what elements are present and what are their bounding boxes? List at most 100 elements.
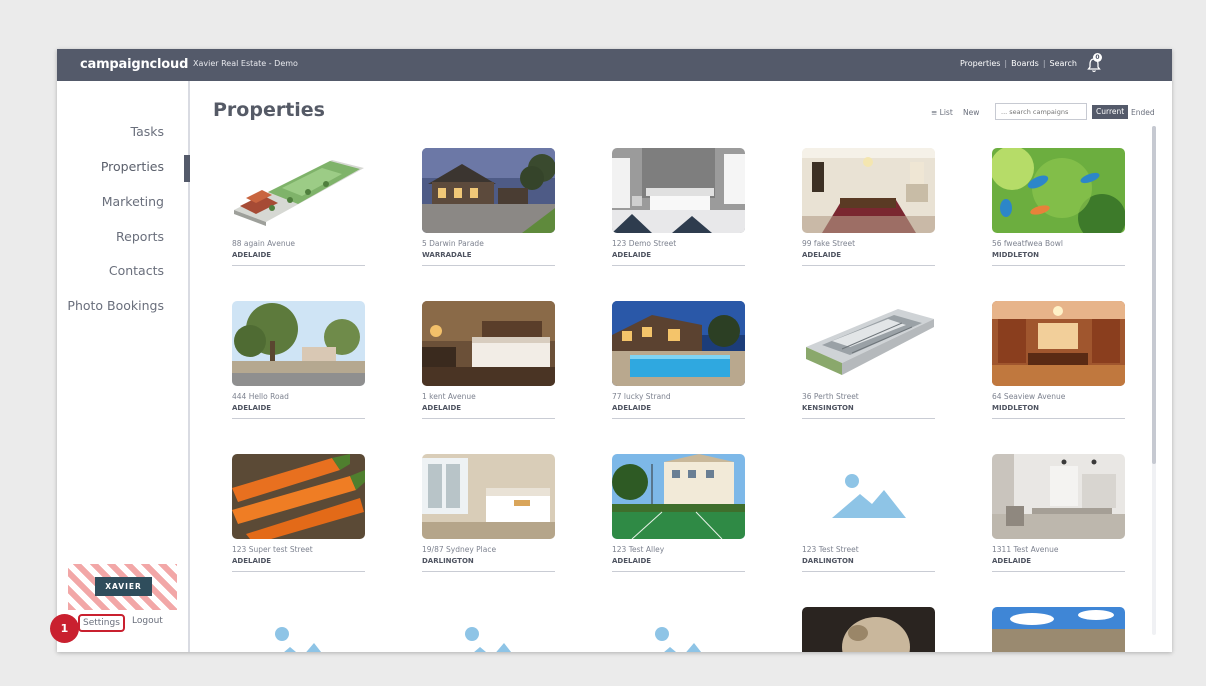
page-title: Properties [213,99,325,121]
sidebar-item-tasks[interactable]: Tasks [131,124,165,139]
app-window: campaigncloud Xavier Real Estate - Demo … [57,49,1172,652]
new-campaign-button[interactable]: New [963,108,979,117]
sidebar-item-reports[interactable]: Reports [116,229,164,244]
card-divider [232,265,365,266]
property-card[interactable]: 1311 Test Avenue ADELAIDE [992,454,1125,572]
card-divider [802,265,935,266]
active-nav-indicator [184,155,190,182]
card-divider [612,571,745,572]
property-street: 99 fake Street [802,239,856,248]
property-photo [422,454,555,539]
card-divider [992,418,1125,419]
property-photo [422,148,555,233]
property-suburb: ADELAIDE [612,404,652,412]
user-name-badge: XAVIER [95,577,152,596]
sidebar-item-properties[interactable]: Properties [101,159,164,174]
card-divider [802,571,935,572]
logout-link[interactable]: Logout [132,616,163,626]
sidebar-item-contacts[interactable]: Contacts [109,263,164,278]
search-input[interactable] [995,103,1087,120]
sidebar: Tasks Properties Marketing Reports Conta… [57,81,190,652]
property-card[interactable] [802,607,935,652]
property-card[interactable]: 56 fweatfwea Bowl MIDDLETON [992,148,1125,266]
user-tile[interactable]: XAVIER [68,564,177,610]
card-divider [422,571,555,572]
card-divider [422,265,555,266]
card-divider [612,265,745,266]
property-photo-placeholder [612,607,745,652]
property-card[interactable]: 123 Demo Street ADELAIDE [612,148,745,266]
nav-link-search[interactable]: Search [1050,59,1077,68]
property-card[interactable]: 1 kent Avenue ADELAIDE [422,301,555,419]
card-divider [992,265,1125,266]
image-placeholder-icon [832,474,906,518]
scrollbar[interactable] [1152,126,1156,635]
settings-link[interactable]: Settings [78,614,125,632]
scrollbar-thumb[interactable] [1152,126,1156,464]
property-suburb: ADELAIDE [232,251,272,259]
property-photo-placeholder [802,454,935,539]
property-card[interactable]: 19/87 Sydney Place DARLINGTON [422,454,555,572]
property-street: 56 fweatfwea Bowl [992,239,1063,248]
account-name: Xavier Real Estate - Demo [193,59,298,68]
card-divider [802,418,935,419]
card-divider [232,571,365,572]
property-street: 123 Super test Street [232,545,313,554]
property-street: 36 Perth Street [802,392,859,401]
property-suburb: MIDDLETON [992,251,1040,259]
property-suburb: ADELAIDE [232,404,272,412]
image-placeholder-icon [275,627,322,652]
property-photo [802,607,935,652]
property-suburb: ADELAIDE [612,251,652,259]
property-card[interactable]: 36 Perth Street KENSINGTON [802,301,935,419]
property-card[interactable] [232,607,365,652]
sidebar-item-photo-bookings[interactable]: Photo Bookings [67,298,164,313]
property-street: 77 lucky Strand [612,392,671,401]
property-card[interactable]: 99 fake Street ADELAIDE [802,148,935,266]
property-card[interactable] [612,607,745,652]
property-suburb: KENSINGTON [802,404,854,412]
brand-logo[interactable]: campaigncloud [80,57,188,72]
sidebar-item-marketing[interactable]: Marketing [102,194,164,209]
list-view-toggle[interactable]: ≡ List [931,108,953,117]
property-card[interactable]: 77 lucky Strand ADELAIDE [612,301,745,419]
card-divider [612,418,745,419]
property-street: 5 Darwin Parade [422,239,484,248]
property-street: 123 Test Street [802,545,859,554]
property-photo-placeholder [232,607,365,652]
property-street: 1 kent Avenue [422,392,476,401]
property-suburb: ADELAIDE [612,557,652,565]
property-card[interactable]: 444 Hello Road ADELAIDE [232,301,365,419]
tutorial-step-badge: 1 [50,614,79,643]
card-divider [232,418,365,419]
nav-link-properties[interactable]: Properties [960,59,1000,68]
filter-current-button[interactable]: Current [1092,105,1129,119]
property-photo [992,607,1125,652]
property-photo [992,148,1125,233]
nav-separator: | [1042,59,1046,68]
property-photo-placeholder [422,607,555,652]
property-street: 88 again Avenue [232,239,295,248]
filter-ended-button[interactable]: Ended [1131,108,1155,117]
property-card[interactable]: 123 Test Alley ADELAIDE [612,454,745,572]
property-suburb: ADELAIDE [802,251,842,259]
property-street: 19/87 Sydney Place [422,545,497,554]
nav-link-boards[interactable]: Boards [1011,59,1039,68]
property-card[interactable]: 88 again Avenue ADELAIDE [232,148,365,266]
property-photo [612,454,745,539]
property-card[interactable]: 5 Darwin Parade WARRADALE [422,148,555,266]
property-photo [612,148,745,233]
property-card[interactable] [422,607,555,652]
property-card[interactable]: 123 Super test Street ADELAIDE [232,454,365,572]
list-toggle-label: List [939,108,953,117]
property-card[interactable] [992,607,1125,652]
property-suburb: DARLINGTON [802,557,854,565]
property-photo [802,301,935,386]
property-photo [992,454,1125,539]
property-photo [232,301,365,386]
property-street: 123 Test Alley [612,545,665,554]
property-suburb: ADELAIDE [992,557,1032,565]
property-photo [422,301,555,386]
property-card[interactable]: 123 Test Street DARLINGTON [802,454,935,572]
property-card[interactable]: 64 Seaview Avenue MIDDLETON [992,301,1125,419]
